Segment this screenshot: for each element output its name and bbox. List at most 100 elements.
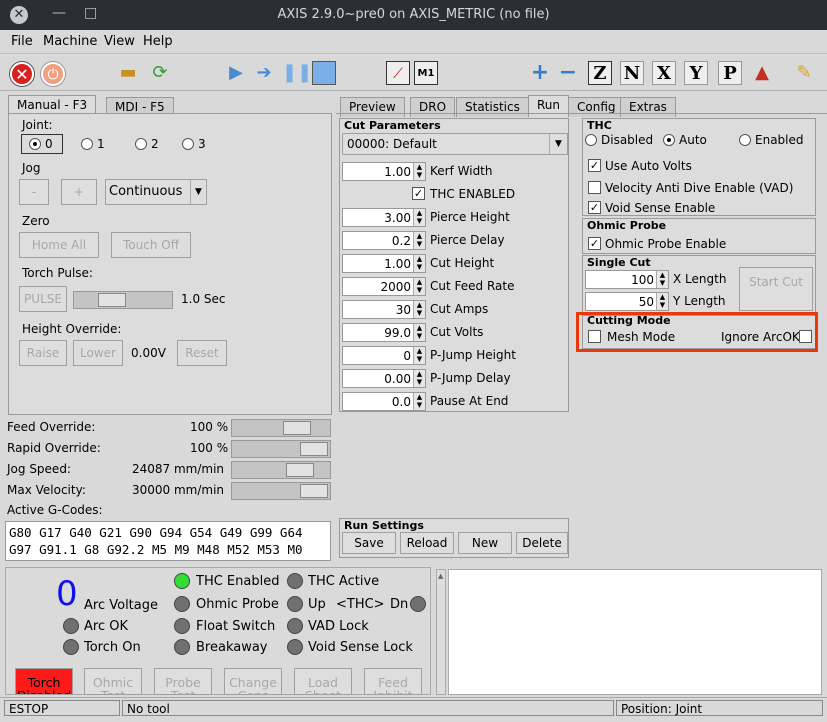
pulse-button[interactable]: PULSE: [19, 286, 67, 312]
cut-param-spinbox[interactable]: 0.00 ▲ ▼: [342, 369, 426, 388]
reload-button[interactable]: Reload: [400, 532, 454, 554]
spin-arrows-icon[interactable]: ▲ ▼: [413, 347, 425, 364]
spin-arrows-icon[interactable]: ▲ ▼: [413, 209, 425, 226]
spin-arrows-icon[interactable]: ▲ ▼: [656, 271, 668, 288]
save-button[interactable]: Save: [342, 532, 396, 554]
ohmic-test-button[interactable]: Ohmic Test: [84, 668, 142, 695]
jog-mode-select[interactable]: Continuous ▼: [105, 179, 207, 205]
probe-test-button[interactable]: Probe Test: [154, 668, 212, 695]
feed-override-handle[interactable]: [283, 421, 311, 435]
view-z-icon[interactable]: Z: [588, 61, 612, 85]
x-length-spinbox[interactable]: 100 ▲ ▼: [585, 270, 669, 289]
spin-arrows-icon[interactable]: ▲ ▼: [656, 293, 668, 310]
zoom-out-icon[interactable]: −: [556, 61, 580, 85]
jog-minus-button[interactable]: -: [19, 179, 49, 205]
cut-param-spinbox[interactable]: 3.00 ▲ ▼: [342, 208, 426, 227]
view-x-icon[interactable]: X: [652, 61, 676, 85]
jog-label: Jog: [22, 161, 41, 175]
menu-view[interactable]: View: [104, 34, 135, 49]
change-cons-button[interactable]: Change Cons: [224, 668, 282, 695]
cut-param-value: 2000: [380, 280, 411, 294]
torch-disabled-button[interactable]: Torch Disabled: [15, 668, 73, 695]
cut-param-spinbox[interactable]: 1.00 ▲ ▼: [342, 254, 426, 273]
void-lock-label: Void Sense Lock: [308, 640, 413, 655]
joint-radio-0[interactable]: 0: [29, 137, 53, 151]
spin-arrows-icon[interactable]: ▲ ▼: [413, 393, 425, 410]
menu-file[interactable]: File: [11, 34, 33, 49]
height-override-label: Height Override:: [22, 322, 122, 336]
spin-arrows-icon[interactable]: ▲ ▼: [413, 278, 425, 295]
view-p-icon[interactable]: P: [718, 61, 742, 85]
spin-arrows-icon[interactable]: ▲ ▼: [413, 324, 425, 341]
cut-param-spinbox[interactable]: 0 ▲ ▼: [342, 346, 426, 365]
cut-param-spinbox[interactable]: 0.0 ▲ ▼: [342, 392, 426, 411]
thc-mode-enabled[interactable]: Enabled: [739, 133, 804, 147]
menu-help[interactable]: Help: [143, 34, 173, 49]
thc-enabled-checkbox[interactable]: ✓: [412, 187, 425, 200]
scroll-up-icon[interactable]: ▲: [438, 572, 443, 580]
reload-icon[interactable]: ⟳: [148, 61, 172, 85]
max-velocity-slider[interactable]: [231, 482, 331, 500]
spin-arrows-icon[interactable]: ▲ ▼: [413, 370, 425, 387]
breakaway-led: [174, 639, 190, 655]
thc-mode-auto[interactable]: Auto: [663, 133, 707, 147]
cut-param-spinbox[interactable]: 2000 ▲ ▼: [342, 277, 426, 296]
new-button[interactable]: New: [458, 532, 512, 554]
pause-icon[interactable]: ❚❚: [282, 61, 312, 85]
view-y-icon[interactable]: Y: [684, 61, 708, 85]
spin-arrows-icon[interactable]: ▲ ▼: [413, 232, 425, 249]
ohmic-probe-checkbox[interactable]: ✓: [588, 237, 601, 250]
view-z2-icon[interactable]: N: [620, 61, 644, 85]
rapid-override-slider[interactable]: [231, 440, 331, 458]
cut-param-spinbox[interactable]: 30 ▲ ▼: [342, 300, 426, 319]
joint-radio-2[interactable]: 2: [135, 137, 159, 151]
jog-plus-button[interactable]: +: [61, 179, 97, 205]
spin-arrows-icon[interactable]: ▲ ▼: [413, 163, 425, 180]
joint-radio-1[interactable]: 1: [81, 137, 105, 151]
touchoff-icon[interactable]: ⟋: [386, 61, 410, 85]
cut-param-spinbox[interactable]: 0.2 ▲ ▼: [342, 231, 426, 250]
jog-speed-slider[interactable]: [231, 461, 331, 479]
pulse-slider-handle[interactable]: [98, 293, 126, 307]
feed-override-slider[interactable]: [231, 419, 331, 437]
load-sheet-button[interactable]: Load Sheet: [294, 668, 352, 695]
rotate-icon[interactable]: ▲: [750, 61, 774, 85]
void-sense-checkbox[interactable]: ✓: [588, 201, 601, 214]
estop-icon[interactable]: ✕: [10, 62, 34, 86]
cut-param-spinbox[interactable]: 1.00 ▲ ▼: [342, 162, 426, 181]
material-select[interactable]: 00000: Default ▼: [342, 133, 568, 155]
pulse-slider[interactable]: [73, 291, 173, 309]
touch-off-button[interactable]: Touch Off: [111, 232, 191, 258]
lower-button[interactable]: Lower: [73, 340, 123, 366]
cut-param-spinbox[interactable]: 99.0 ▲ ▼: [342, 323, 426, 342]
run-icon[interactable]: ▶: [224, 61, 248, 85]
thc-mode-disabled[interactable]: Disabled: [585, 133, 653, 147]
joint-radio-3[interactable]: 3: [182, 137, 206, 151]
reset-button[interactable]: Reset: [177, 340, 227, 366]
delete-button[interactable]: Delete: [516, 532, 568, 554]
run-settings-title: Run Settings: [344, 519, 424, 532]
thc-active-label: THC Active: [308, 574, 380, 589]
thc-direction-label: <THC>: [336, 597, 385, 612]
jog-speed-handle[interactable]: [286, 463, 314, 477]
start-cut-button[interactable]: Start Cut: [739, 267, 813, 311]
spin-arrows-icon[interactable]: ▲ ▼: [413, 255, 425, 272]
home-all-button[interactable]: Home All: [19, 232, 99, 258]
vad-checkbox[interactable]: [588, 181, 601, 194]
use-auto-volts-checkbox[interactable]: ✓: [588, 159, 601, 172]
step-icon[interactable]: ➔: [252, 61, 276, 85]
clear-icon[interactable]: ✎: [792, 61, 816, 85]
menu-machine[interactable]: Machine: [43, 34, 97, 49]
raise-button[interactable]: Raise: [19, 340, 67, 366]
open-icon[interactable]: ▬: [116, 61, 140, 85]
message-scrollbar[interactable]: ▲: [436, 569, 446, 695]
feed-inhibit-button[interactable]: Feed Inhibit: [364, 668, 422, 695]
ml-icon[interactable]: M1: [414, 61, 438, 85]
power-icon[interactable]: ⏻: [41, 62, 65, 86]
y-length-spinbox[interactable]: 50 ▲ ▼: [585, 292, 669, 311]
zoom-in-icon[interactable]: +: [528, 61, 552, 85]
stop-icon[interactable]: [312, 61, 336, 85]
spin-arrows-icon[interactable]: ▲ ▼: [413, 301, 425, 318]
rapid-override-handle[interactable]: [300, 442, 328, 456]
max-velocity-handle[interactable]: [300, 484, 328, 498]
